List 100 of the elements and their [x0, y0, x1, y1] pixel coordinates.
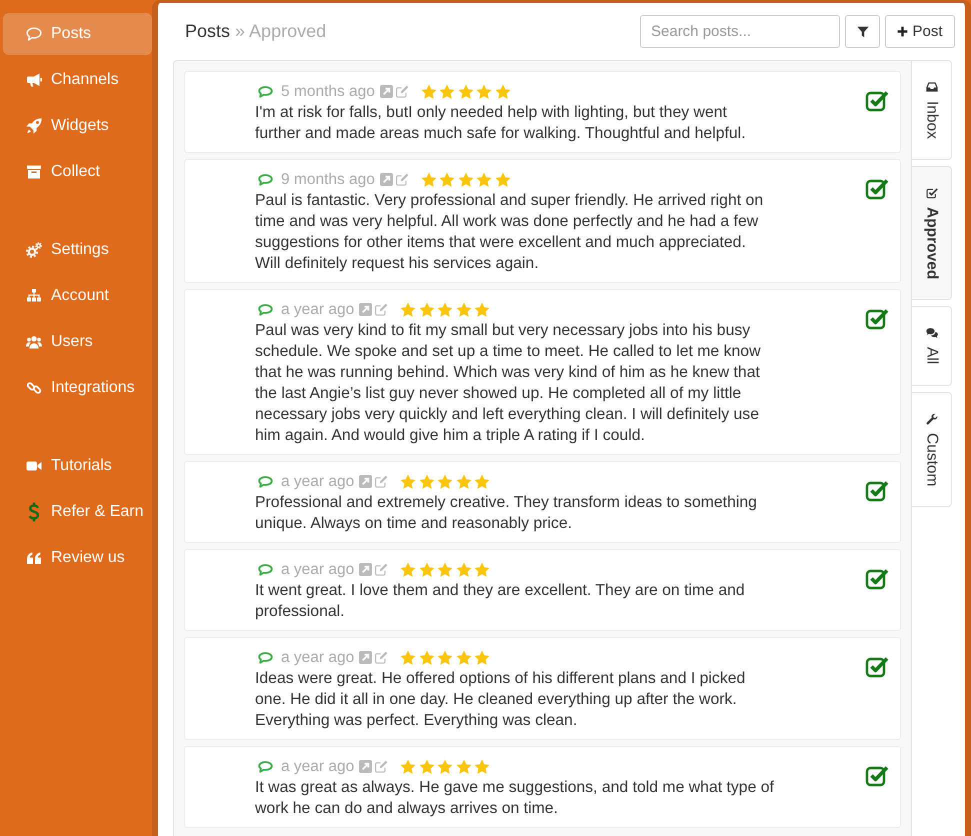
- approve-checkbox[interactable]: [865, 479, 889, 503]
- sidebar-item[interactable]: Collect: [3, 151, 152, 193]
- dollar-icon: [28, 502, 40, 522]
- star-icon: [437, 650, 454, 666]
- side-tab[interactable]: Custom: [912, 392, 952, 507]
- approve-checkbox[interactable]: [865, 655, 889, 679]
- star-icon: [400, 562, 416, 578]
- side-tab[interactable]: Approved: [912, 166, 952, 300]
- sidebar-item[interactable]: Account: [3, 275, 152, 317]
- sidebar-item[interactable]: Refer & Earn: [3, 491, 152, 533]
- star-icon: [418, 474, 435, 490]
- star-icon: [458, 84, 474, 100]
- link-icon: [26, 380, 42, 396]
- sidebar-item[interactable]: Widgets: [3, 105, 152, 147]
- star-icon: [439, 84, 456, 100]
- rocket-icon: [26, 118, 42, 134]
- sidebar-item[interactable]: Integrations: [3, 367, 152, 409]
- star-icon: [437, 302, 454, 318]
- external-link-icon[interactable]: [380, 85, 393, 98]
- side-tab[interactable]: All: [912, 306, 952, 386]
- star-icon: [439, 172, 456, 188]
- star-icon: [474, 562, 490, 578]
- inbox-icon: [926, 81, 938, 93]
- star-icon: [418, 650, 435, 666]
- post-text: It went great. I love them and they are excellent. They are on time and professional.: [255, 581, 746, 622]
- speech-bubble-icon: [258, 476, 273, 488]
- star-icon: [476, 172, 492, 188]
- approve-checkbox[interactable]: [865, 567, 889, 591]
- post-time: a year ago: [281, 560, 354, 578]
- star-icon: [400, 302, 416, 318]
- post-time: a year ago: [281, 648, 354, 666]
- star-icon: [437, 474, 454, 490]
- star-icon: [458, 172, 474, 188]
- external-link-icon[interactable]: [359, 303, 372, 316]
- edit-icon[interactable]: [375, 475, 388, 488]
- side-tab[interactable]: Inbox: [912, 60, 952, 160]
- external-link-icon[interactable]: [359, 563, 372, 576]
- star-icon: [418, 302, 435, 318]
- post-text: Ideas were great. He offered options of his different plans and I picked one. He did it all in one day. He cleaned everything up after the work. Everything was perfect. Everything was clean.: [255, 669, 746, 731]
- edit-icon[interactable]: [375, 303, 388, 316]
- approve-checkbox[interactable]: [865, 764, 889, 788]
- star-icon: [420, 84, 437, 100]
- approve-checkbox[interactable]: [865, 307, 889, 331]
- star-icon: [474, 302, 490, 318]
- star-icon: [474, 650, 490, 666]
- external-link-icon[interactable]: [359, 651, 372, 664]
- wrench-icon: [926, 412, 938, 424]
- search-field[interactable]: Search posts...: [640, 15, 840, 48]
- external-link-icon[interactable]: [359, 760, 372, 773]
- edit-icon[interactable]: [396, 173, 409, 186]
- new-post-button[interactable]: Post: [885, 15, 955, 48]
- edit-icon[interactable]: [375, 760, 388, 773]
- sidebar-item[interactable]: Tutorials: [3, 445, 152, 487]
- sidebar-item[interactable]: Posts: [3, 13, 152, 55]
- approve-checkbox[interactable]: [865, 177, 889, 201]
- star-icon: [474, 758, 490, 774]
- star-icon: [494, 84, 511, 100]
- page-title: Posts: [185, 21, 230, 42]
- post-time: a year ago: [281, 472, 354, 490]
- megaphone-icon: [26, 72, 42, 88]
- star-icon: [456, 302, 472, 318]
- edit-icon[interactable]: [396, 85, 409, 98]
- speech-bubble-icon: [258, 86, 273, 98]
- star-icon: [474, 474, 490, 490]
- sidebar-item[interactable]: Users: [3, 321, 152, 363]
- comment-icon: [26, 26, 42, 42]
- sidebar-item[interactable]: Channels: [3, 59, 152, 101]
- star-icon: [400, 474, 416, 490]
- star-icon: [400, 650, 416, 666]
- plus-icon: [897, 26, 908, 37]
- sidebar-item[interactable]: Review us: [3, 537, 152, 579]
- approve-checkbox[interactable]: [865, 89, 889, 113]
- post-time: 9 months ago: [281, 170, 375, 188]
- quote-icon: [26, 550, 42, 566]
- speech-bubble-icon: [258, 760, 273, 772]
- star-icon: [400, 758, 416, 774]
- star-icon: [420, 172, 437, 188]
- star-icon: [456, 758, 472, 774]
- post-text: I'm at risk for falls, butI only needed help with lighting, but they went further and made areas much safe for walking. Thoughtful and helpful.: [255, 103, 747, 144]
- speech-bubble-icon: [258, 174, 273, 186]
- edit-icon[interactable]: [375, 563, 388, 576]
- users-icon: [26, 334, 42, 350]
- sitemap-icon: [26, 288, 42, 304]
- star-icon: [437, 562, 454, 578]
- external-link-icon[interactable]: [359, 475, 372, 488]
- edit-icon[interactable]: [375, 651, 388, 664]
- star-icon: [456, 562, 472, 578]
- star-icon: [456, 650, 472, 666]
- gears-icon: [26, 242, 42, 258]
- speech-bubble-icon: [258, 564, 273, 576]
- star-icon: [437, 758, 454, 774]
- star-icon: [418, 758, 435, 774]
- post-text: Professional and extremely creative. They transform ideas to something unique. Always on time and reasonably price.: [255, 493, 758, 534]
- sidebar-item[interactable]: Settings: [3, 229, 152, 271]
- speech-bubble-icon: [258, 304, 273, 316]
- post-text: Paul was very kind to fit my small but very necessary jobs into his busy schedule. We spoke and set up a time to meet. He called to let me know that he was running behind. Which was very kind of him as he knew that the last Angie’s list guy never showed up. He completed all of my little necessary jobs very quickly and left everything clean. I will definitely use him again. And would give him a triple A rating if I could.: [255, 321, 762, 446]
- star-icon: [418, 562, 435, 578]
- external-link-icon[interactable]: [380, 173, 393, 186]
- filter-button[interactable]: [845, 15, 880, 48]
- post-text: Paul is fantastic. Very professional and super friendly. He arrived right on time and was very helpful. All work was done perfectly and he had a few suggestions for other items that were excellent and much appreciated. Will definitely request his services again.: [255, 191, 764, 274]
